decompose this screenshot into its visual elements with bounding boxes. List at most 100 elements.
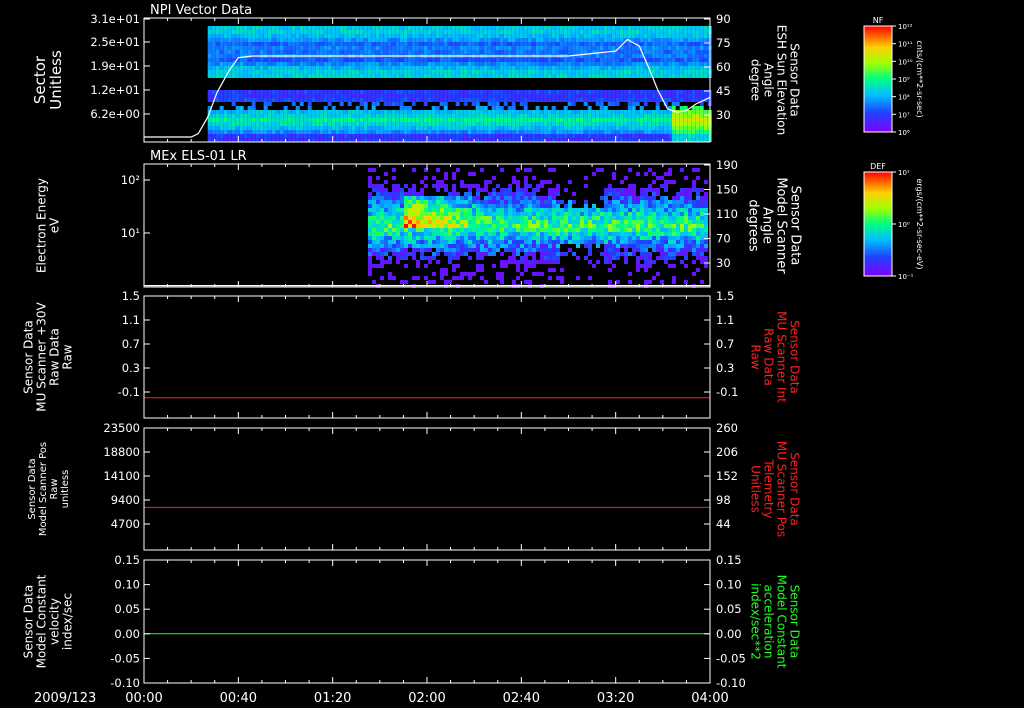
heatmap-cell xyxy=(443,46,448,50)
heatmap-cell xyxy=(376,228,380,232)
heatmap-cell xyxy=(319,134,324,138)
heatmap-cell xyxy=(448,248,452,252)
heatmap-cell xyxy=(691,94,696,98)
heatmap-cell xyxy=(383,42,388,46)
heatmap-cell xyxy=(411,50,416,54)
heatmap-cell xyxy=(631,110,636,114)
heatmap-cell xyxy=(532,244,536,248)
heatmap-cell xyxy=(211,114,216,118)
heatmap-cell xyxy=(416,192,420,196)
heatmap-cell xyxy=(416,224,420,228)
heatmap-cell xyxy=(532,264,536,268)
heatmap-cell xyxy=(627,34,632,38)
heatmap-cell xyxy=(616,188,620,192)
heatmap-cell xyxy=(279,74,284,78)
heatmap-cell xyxy=(492,228,496,232)
heatmap-cell xyxy=(624,200,628,204)
heatmap-cell xyxy=(231,114,236,118)
heatmap-cell xyxy=(439,114,444,118)
heatmap-cell xyxy=(624,188,628,192)
heatmap-cell xyxy=(528,204,532,208)
heatmap-cell xyxy=(428,260,432,264)
heatmap-cell xyxy=(479,50,484,54)
heatmap-cell xyxy=(464,248,468,252)
heatmap-cell xyxy=(456,232,460,236)
heatmap-cell xyxy=(531,130,536,134)
heatmap-cell xyxy=(560,240,564,244)
heatmap-cell xyxy=(271,50,276,54)
heatmap-cell xyxy=(235,46,240,50)
heatmap-cell xyxy=(524,236,528,240)
y2-tick-label: 60 xyxy=(716,60,731,74)
heatmap-cell xyxy=(372,228,376,232)
heatmap-cell xyxy=(524,248,528,252)
heatmap-cell xyxy=(375,46,380,50)
heatmap-cell xyxy=(628,216,632,220)
heatmap-cell xyxy=(587,114,592,118)
heatmap-cell xyxy=(584,184,588,188)
heatmap-cell xyxy=(452,200,456,204)
heatmap-cell xyxy=(524,224,528,228)
heatmap-cell xyxy=(355,38,360,42)
heatmap-cell xyxy=(263,26,268,30)
heatmap-cell xyxy=(547,50,552,54)
heatmap-cell xyxy=(571,114,576,118)
heatmap-cell xyxy=(603,70,608,74)
heatmap-cell xyxy=(588,228,592,232)
heatmap-cell xyxy=(488,240,492,244)
heatmap-cell xyxy=(659,90,664,94)
heatmap-cell xyxy=(247,34,252,38)
heatmap-cell xyxy=(239,58,244,62)
heatmap-cell xyxy=(644,228,648,232)
heatmap-cell xyxy=(532,260,536,264)
heatmap-cell xyxy=(548,208,552,212)
heatmap-cell xyxy=(664,236,668,240)
heatmap-cell xyxy=(532,232,536,236)
heatmap-cell xyxy=(511,130,516,134)
heatmap-cell xyxy=(424,232,428,236)
heatmap-cell xyxy=(528,236,532,240)
heatmap-cell xyxy=(227,74,232,78)
heatmap-cell xyxy=(487,122,492,126)
heatmap-cell xyxy=(651,70,656,74)
heatmap-cell xyxy=(687,50,692,54)
heatmap-cell xyxy=(488,228,492,232)
heatmap-cell xyxy=(412,220,416,224)
heatmap-cell xyxy=(431,90,436,94)
heatmap-cell xyxy=(207,118,212,122)
heatmap-cell xyxy=(343,126,348,130)
heatmap-cell xyxy=(375,58,380,62)
heatmap-cell xyxy=(680,208,684,212)
heatmap-cell xyxy=(580,228,584,232)
heatmap-cell xyxy=(523,38,528,42)
heatmap-cell xyxy=(611,118,616,122)
heatmap-cell xyxy=(451,130,456,134)
heatmap-cell xyxy=(372,212,376,216)
heatmap-cell xyxy=(540,224,544,228)
heatmap-cell xyxy=(415,38,420,42)
heatmap-cell xyxy=(351,74,356,78)
heatmap-cell xyxy=(387,122,392,126)
heatmap-cell xyxy=(415,138,420,142)
heatmap-cell xyxy=(607,42,612,46)
heatmap-cell xyxy=(392,232,396,236)
heatmap-cell xyxy=(675,114,680,118)
heatmap-cell xyxy=(547,126,552,130)
heatmap-cell xyxy=(635,26,640,30)
heatmap-cell xyxy=(695,38,700,42)
heatmap-cell xyxy=(376,224,380,228)
heatmap-cell xyxy=(663,46,668,50)
heatmap-cell xyxy=(627,70,632,74)
heatmap-cell xyxy=(644,196,648,200)
heatmap-cell xyxy=(591,74,596,78)
heatmap-cell xyxy=(259,130,264,134)
heatmap-cell xyxy=(616,240,620,244)
heatmap-cell xyxy=(219,30,224,34)
heatmap-cell xyxy=(407,130,412,134)
heatmap-cell xyxy=(615,102,620,106)
heatmap-cell xyxy=(315,122,320,126)
heatmap-cell xyxy=(479,94,484,98)
heatmap-cell xyxy=(271,70,276,74)
heatmap-cell xyxy=(583,26,588,30)
heatmap-cell xyxy=(503,138,508,142)
